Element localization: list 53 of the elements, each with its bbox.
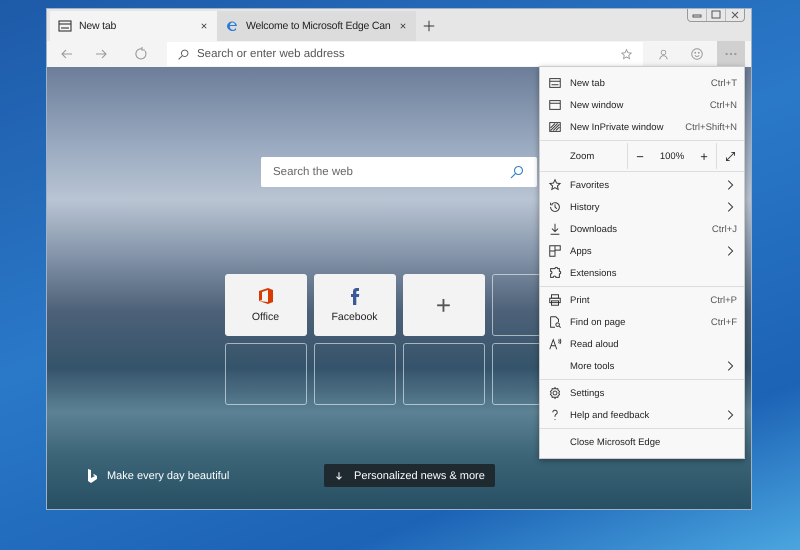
zoom-value: 100% [658,150,686,162]
menu-item[interactable]: Settings [540,382,744,404]
gear-icon [548,386,562,400]
new-tab-icon [422,19,436,33]
menu-item[interactable]: Extensions [540,262,744,284]
diagonal-arrow-icon [724,150,737,162]
printer-icon [548,293,562,307]
person-icon [656,48,670,60]
star-icon [548,178,562,192]
tagline-text[interactable]: Make every day beautiful [107,470,230,482]
read-aloud-icon [548,337,562,351]
refresh-icon [133,46,149,62]
window-icon [548,98,562,112]
menu-item[interactable]: More tools [540,355,744,377]
menu-item[interactable]: New window Ctrl+N [540,94,744,116]
download-icon [548,222,562,236]
menu-item[interactable]: Close Microsoft Edge [540,431,744,453]
browser-tab[interactable]: Welcome to Microsoft Edge Can [217,11,416,41]
search-icon [177,48,190,61]
zoom-out-button[interactable]: − [628,148,652,164]
down-arrow-icon [334,470,344,482]
site-tile[interactable]: Facebook [314,274,396,336]
tab-icon [548,76,562,90]
menu-item[interactable]: Read aloud [540,333,744,355]
history-icon [548,200,562,214]
bing-logo-icon [87,468,97,482]
news-button[interactable]: Personalized news & more [324,464,495,487]
menu-item[interactable]: History [540,196,744,218]
menu-item[interactable]: Print Ctrl+P [540,289,744,311]
menu-item[interactable]: Find on page Ctrl+F [540,311,744,333]
smiley-icon [690,47,704,61]
zoom-label: Zoom [540,143,628,169]
star-icon [620,48,633,61]
web-search-field[interactable]: Search the web [261,157,537,187]
zoom-in-button[interactable]: + [692,148,716,164]
search-icon [509,164,525,180]
menu-item[interactable]: Favorites [540,174,744,196]
menu-item[interactable]: New InPrivate window Ctrl+Shift+N [540,116,744,138]
office-logo-icon [258,287,274,305]
facebook-logo-icon [350,287,360,305]
menu-item[interactable]: Help and feedback [540,404,744,426]
site-tile[interactable]: Office [224,274,306,336]
address-bar[interactable]: Search or enter web address [167,42,643,66]
tab-icon [57,18,73,34]
menu-item[interactable]: Downloads Ctrl+J [540,218,744,240]
menu-item[interactable]: Apps [540,240,744,262]
apps-icon [548,244,562,258]
striped-window-icon [548,120,562,134]
add-site-tile[interactable]: + [402,274,484,336]
puzzle-icon [548,266,562,280]
browser-tab[interactable]: New tab [50,11,217,41]
menu-item[interactable]: New tab Ctrl+T [540,72,744,94]
document-search-icon [548,315,562,329]
